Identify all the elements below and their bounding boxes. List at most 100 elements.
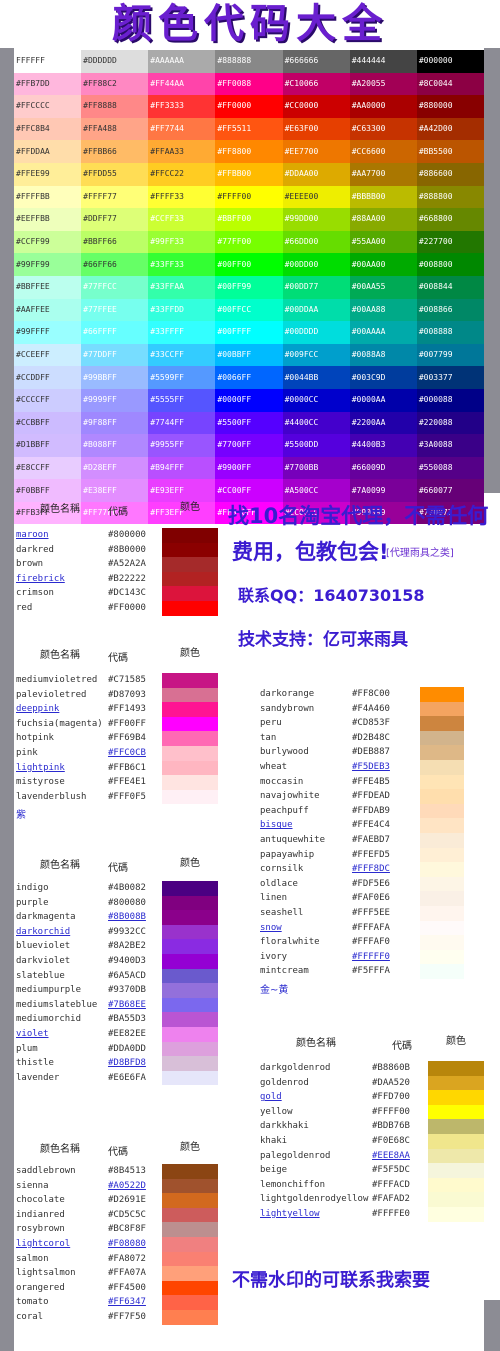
color-swatch-cell: #00FF00 (215, 253, 283, 276)
color-row: lightpink #FFB6C1 (16, 760, 218, 776)
color-swatch-cell: #7700BB (282, 456, 350, 480)
color-code: #9400D3 (108, 956, 146, 966)
color-row: moccasin #FFE4B5 (260, 774, 464, 790)
color-name[interactable]: firebrick (16, 572, 65, 586)
color-row: yellow #FFFF00 (260, 1104, 484, 1120)
color-swatch-cell: #227700 (416, 230, 484, 254)
color-name: darkgoldenrod (260, 1063, 331, 1073)
color-name: slateblue (16, 970, 65, 981)
color-swatch-cell: #D1BBFF (14, 434, 82, 457)
color-code[interactable]: #FF6347 (108, 1295, 146, 1309)
color-swatch-cell: #C10066 (282, 72, 350, 96)
color-code[interactable]: #D8BFD8 (108, 1056, 146, 1070)
color-name: rosybrown (16, 1224, 65, 1235)
color-swatch (162, 910, 218, 925)
color-name: wheat (260, 762, 288, 772)
color-code: #FDF5E6 (352, 878, 390, 889)
color-name[interactable]: darkorchid (16, 925, 70, 939)
color-name: peachpuff (260, 805, 309, 816)
color-swatch-cell: #66DD00 (282, 230, 350, 254)
color-row: lightsalmon #FFA07A (16, 1266, 218, 1281)
color-row: mintcream #F5FFFA (260, 964, 464, 979)
color-row: lightcorol #F08080 (16, 1237, 218, 1252)
color-name[interactable]: deeppink (16, 702, 59, 716)
color-swatch-cell: #FF44AA (148, 72, 216, 96)
color-code: #FF4500 (108, 1282, 146, 1293)
color-swatch-cell: #FFFFBB (14, 185, 82, 209)
color-name[interactable]: lightcorol (16, 1237, 70, 1251)
color-code[interactable]: #F5DEB3 (352, 760, 390, 774)
color-code[interactable]: #FFF8DC (352, 862, 390, 876)
color-swatch-cell: #FFDDAA (14, 140, 82, 163)
color-code[interactable]: #F08080 (108, 1237, 146, 1251)
color-name: chocolate (16, 1195, 65, 1206)
color-code: #BA55D3 (108, 1014, 146, 1025)
color-row: bisque #FFE4C4 (260, 818, 464, 833)
color-swatch (420, 847, 464, 863)
color-name[interactable]: violet (16, 1027, 49, 1041)
color-row: blueviolet #8A2BE2 (16, 939, 218, 954)
color-swatch-cell: #FF8888 (81, 95, 149, 118)
color-swatch (420, 818, 464, 833)
color-swatch-cell: #B088FF (81, 434, 149, 457)
color-code[interactable]: #8B008B (108, 910, 146, 924)
color-name[interactable]: gold (260, 1090, 282, 1104)
color-name[interactable]: maroon (16, 528, 49, 542)
color-name[interactable]: lightpink (16, 761, 65, 775)
color-swatch-cell: #77DDFF (81, 343, 149, 367)
color-swatch-cell: #00BBFF (215, 343, 283, 367)
color-swatch (162, 1207, 218, 1223)
color-name[interactable]: lightyellow (260, 1207, 320, 1221)
color-code[interactable]: #7B68EE (108, 998, 146, 1012)
color-code: #FF7F50 (108, 1312, 146, 1322)
column-header-code: 代碼 (108, 1147, 128, 1158)
section-note: 紫 (16, 810, 26, 822)
color-swatch-cell: #FFFF33 (148, 185, 216, 209)
color-row: deeppink #FF1493 (16, 702, 218, 717)
color-code[interactable]: #FFC0CB (108, 746, 146, 760)
column-header-code: 代碼 (392, 1041, 412, 1052)
color-code: #FAFAD2 (372, 1194, 410, 1205)
grid-row: #FFC8B4 #FFA488 #FF7744 #FF5511 #E63F00 #C633… (14, 117, 484, 141)
color-code[interactable]: #FFFFF0 (352, 950, 390, 964)
color-swatch-cell: #5555FF (148, 388, 216, 412)
color-code: #F0E68C (372, 1136, 410, 1146)
color-name[interactable]: bisque (260, 818, 293, 832)
color-name: coral (16, 1312, 44, 1322)
color-swatch-cell: #008800 (416, 253, 484, 276)
color-swatch (162, 775, 218, 790)
color-row: beige #F5F5DC (260, 1163, 484, 1178)
color-name: red (16, 603, 33, 613)
color-swatch (162, 1280, 218, 1296)
color-swatch-cell: #FF8800 (215, 140, 283, 163)
color-swatch-cell: #CC00FF (215, 479, 283, 502)
color-name: darkmagenta (16, 912, 76, 923)
color-swatch (162, 702, 218, 717)
color-name: lavenderblush (16, 791, 87, 802)
color-code[interactable]: #EEE8AA (372, 1149, 410, 1163)
color-swatch-cell: #F0BBFF (14, 479, 82, 502)
color-row: salmon #FA8072 (16, 1251, 218, 1267)
color-swatch-cell: #444444 (349, 50, 417, 73)
color-swatch-cell: #FFBB00 (215, 162, 283, 186)
color-row: floralwhite #FFFAF0 (260, 935, 464, 950)
color-swatch-cell: #009FCC (282, 343, 350, 367)
color-swatch (420, 833, 464, 848)
color-row: chocolate #D2691E (16, 1193, 218, 1208)
color-row: lavender #E6E6FA (16, 1070, 218, 1086)
promo-line1: 找10名淘宝代理，不需任何 (228, 504, 489, 528)
color-row: mediumpurple #9370DB (16, 983, 218, 998)
color-row: plum #DDA0DD (16, 1041, 218, 1057)
color-swatch (428, 1119, 484, 1134)
color-swatch (162, 895, 218, 911)
color-swatch-cell: #FFEE99 (14, 162, 82, 186)
column-header-color: 颜色 (180, 502, 200, 513)
color-swatch-cell: #0088A8 (349, 343, 417, 367)
color-name[interactable]: snow (260, 921, 282, 935)
color-swatch-cell: #9999FF (81, 388, 149, 412)
color-swatch-cell: #33CCFF (148, 343, 216, 367)
color-code: #FFE4B5 (352, 776, 390, 787)
color-code[interactable]: #A0522D (108, 1179, 146, 1193)
color-grid: FFFFFF #DDDDDD #AAAAAA #888888 #666666 #44444… (14, 50, 484, 525)
color-row: gold #FFD700 (260, 1090, 484, 1105)
